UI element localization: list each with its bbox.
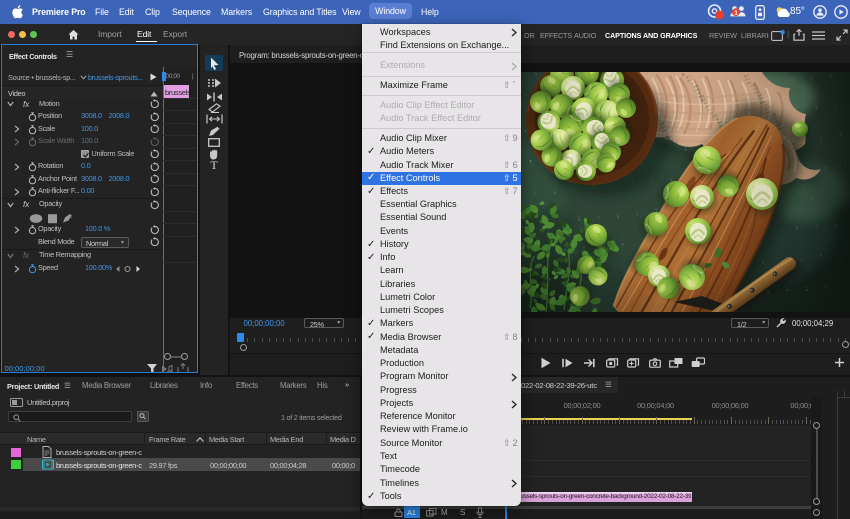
svg-text:1: 1 [734,10,738,17]
svg-text:T: T [210,159,218,170]
